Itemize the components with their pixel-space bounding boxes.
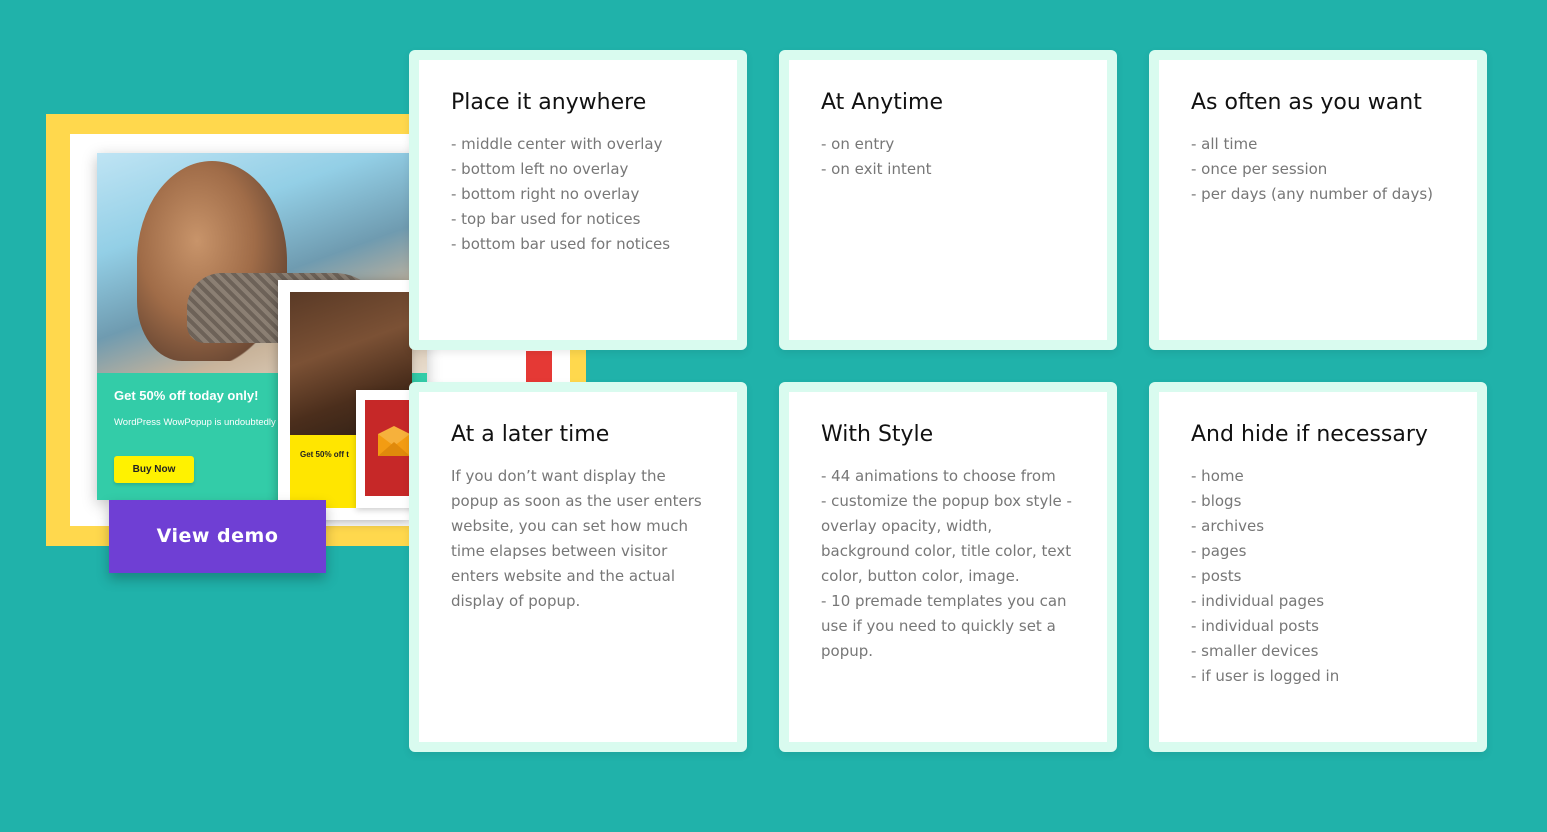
list-item: - archives (1191, 517, 1265, 535)
list-item: - if user is logged in (1191, 667, 1340, 685)
feature-card-frequency: As often as you want - all time - once p… (1149, 50, 1487, 350)
card-list: - 44 animations to choose from - customi… (821, 464, 1083, 664)
list-item: - 44 animations to choose from (821, 467, 1056, 485)
list-item: - individual posts (1191, 617, 1319, 635)
popup-preview-buy-button: Buy Now (114, 456, 194, 483)
list-item: - on entry (821, 135, 895, 153)
list-item: - top bar used for notices (451, 210, 641, 228)
envelope-icon (378, 426, 410, 456)
feature-card-placement: Place it anywhere - middle center with o… (409, 50, 747, 350)
card-list: - home - blogs - archives - pages - post… (1191, 464, 1466, 689)
popup-preview-yellow-title: Get 50% off t (300, 450, 349, 459)
list-item: - bottom right no overlay (451, 185, 640, 203)
list-item: - bottom bar used for notices (451, 235, 671, 253)
list-item: - customize the popup box style - overla… (821, 492, 1072, 585)
card-title: At a later time (451, 422, 610, 447)
feature-card-style: With Style - 44 animations to choose fro… (779, 382, 1117, 752)
list-item: - bottom left no overlay (451, 160, 629, 178)
card-title: With Style (821, 422, 934, 447)
popup-preview-stripe-image (526, 351, 552, 386)
list-item: - on exit intent (821, 160, 932, 178)
list-item: - per days (any number of days) (1191, 185, 1434, 203)
card-title: As often as you want (1191, 90, 1422, 115)
card-title: At Anytime (821, 90, 943, 115)
list-item: - 10 premade templates you can use if yo… (821, 592, 1067, 660)
list-item: - posts (1191, 567, 1242, 585)
list-item: - all time (1191, 135, 1258, 153)
card-list: - on entry - on exit intent (821, 132, 1096, 182)
card-list: - all time - once per session - per days… (1191, 132, 1466, 207)
list-item: - smaller devices (1191, 642, 1319, 660)
card-title: And hide if necessary (1191, 422, 1428, 447)
popup-preview-stripe (514, 346, 560, 386)
list-item: - home (1191, 467, 1244, 485)
feature-card-timing: At Anytime - on entry - on exit intent (779, 50, 1117, 350)
card-title: Place it anywhere (451, 90, 647, 115)
feature-card-delay: At a later time If you don’t want displa… (409, 382, 747, 752)
list-item: - once per session (1191, 160, 1328, 178)
list-item: - blogs (1191, 492, 1242, 510)
popup-preview-title: Get 50% off today only! (114, 388, 259, 403)
card-list: - middle center with overlay - bottom le… (451, 132, 726, 257)
list-item: - individual pages (1191, 592, 1325, 610)
card-description: If you don’t want display the popup as s… (451, 467, 702, 610)
view-demo-button[interactable]: View demo (109, 500, 326, 573)
list-item: - middle center with overlay (451, 135, 663, 153)
list-item: - pages (1191, 542, 1247, 560)
feature-card-visibility: And hide if necessary - home - blogs - a… (1149, 382, 1487, 752)
